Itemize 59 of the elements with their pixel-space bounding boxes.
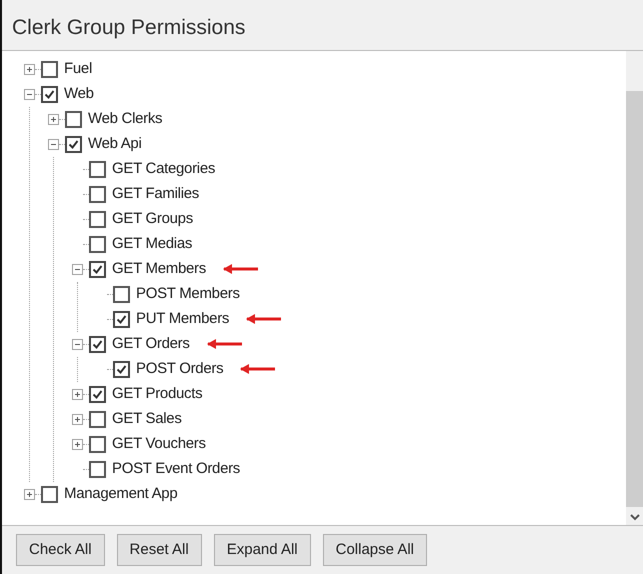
checkbox[interactable] [89,210,106,228]
tree-item-label[interactable]: PUT Members [136,308,230,330]
tree-item-label[interactable]: GET Members [112,258,206,280]
expand-icon[interactable] [48,114,59,124]
tree-item-label[interactable]: Management App [64,482,178,506]
check-icon [116,364,127,374]
check-icon [116,314,127,324]
tree-item-label[interactable]: GET Sales [112,408,182,430]
tree-item-label[interactable]: POST Members [136,282,240,306]
tree-item-label[interactable]: POST Orders [136,358,224,380]
tree-item-label[interactable]: Web Clerks [88,108,162,130]
expand-icon[interactable] [72,438,83,450]
checkbox[interactable] [89,386,106,402]
chevron-down-icon[interactable] [630,513,640,521]
window-title: Clerk Group Permissions [11,15,246,41]
tree-item-label[interactable]: GET Medias [112,232,192,256]
tree-item-label[interactable]: GET Orders [112,332,190,356]
check-icon [92,264,103,274]
tree-item-label[interactable]: Fuel [64,58,92,80]
tree-item-label[interactable]: GET Categories [112,158,216,180]
checkbox[interactable] [65,110,82,128]
collapse-icon[interactable] [24,88,35,100]
expand-icon[interactable] [24,488,35,500]
checkbox[interactable] [113,286,130,302]
checkbox[interactable] [89,460,106,478]
check-icon [92,338,103,350]
checkbox[interactable] [41,86,58,102]
check-icon [44,88,55,100]
tree-item-label[interactable]: GET Products [112,382,202,406]
expand-icon[interactable] [72,414,83,424]
checkbox[interactable] [113,310,130,328]
action-button[interactable]: Check All [16,534,105,566]
tree-item-label[interactable]: GET Groups [112,208,193,230]
checkbox[interactable] [89,260,106,278]
checkbox[interactable] [113,360,130,378]
checkbox[interactable] [89,160,106,178]
collapse-icon[interactable] [48,138,59,150]
check-icon [92,388,103,400]
collapse-icon[interactable] [72,264,83,274]
checkbox[interactable] [89,410,106,428]
expand-icon[interactable] [72,388,83,400]
checkbox[interactable] [89,436,106,452]
action-button[interactable]: Collapse All [322,534,428,566]
checkbox[interactable] [41,60,58,78]
tree-item-label[interactable]: Web Api [88,132,142,156]
expand-icon[interactable] [24,64,35,74]
checkbox[interactable] [65,136,82,152]
checkbox[interactable] [41,486,58,502]
action-button[interactable]: Expand All [214,534,311,566]
checkbox[interactable] [89,336,106,352]
tree-item-label[interactable]: POST Event Orders [112,458,240,480]
collapse-icon[interactable] [72,338,83,350]
checkbox[interactable] [89,236,106,252]
tree-item-label[interactable]: GET Families [112,182,199,206]
checkbox[interactable] [89,186,106,202]
action-button[interactable]: Reset All [116,534,202,566]
tree-item-label[interactable]: Web [64,82,94,106]
check-icon [68,138,79,150]
tree-item-label[interactable]: GET Vouchers [112,432,206,456]
